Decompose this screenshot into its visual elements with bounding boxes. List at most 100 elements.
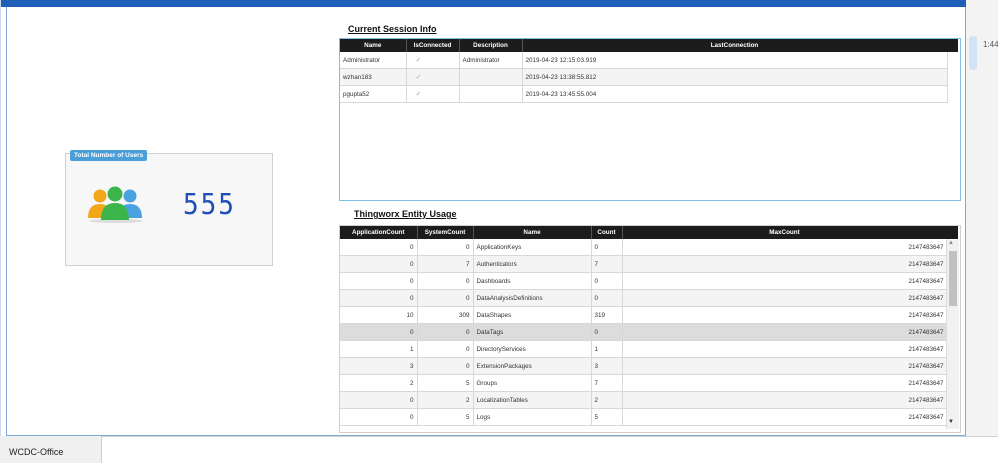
- table-row[interactable]: Administrator ✓ Administrator 2019-04-23…: [340, 52, 948, 69]
- cell-count: 7: [591, 374, 623, 392]
- column-header-description[interactable]: Description: [459, 39, 523, 52]
- cell-system-count: 309: [417, 306, 474, 324]
- cell-name: DirectoryServices: [473, 340, 592, 358]
- cell-max-count: 2147483647: [622, 272, 948, 290]
- cell-app-count: 10: [340, 306, 418, 324]
- column-header-lastconnection[interactable]: LastConnection: [522, 39, 948, 52]
- table-row[interactable]: 0 7 Authenticators 7 2147483647: [340, 255, 948, 273]
- cell-count: 5: [591, 408, 623, 426]
- cell-count: 0: [591, 272, 623, 290]
- cell-max-count: 2147483647: [622, 408, 948, 426]
- table-row[interactable]: 0 2 LocalizationTables 2 2147483647: [340, 391, 948, 409]
- window-border: [0, 0, 1, 436]
- table-row[interactable]: 0 5 Logs 5 2147483647: [340, 408, 948, 426]
- connected-checkbox: ✓: [406, 85, 460, 103]
- cell-app-count: 0: [340, 408, 418, 426]
- cell-description: Administrator: [459, 52, 523, 69]
- table-row[interactable]: 2 5 Groups 7 2147483647: [340, 374, 948, 392]
- taskbar: [0, 436, 998, 464]
- column-header-name[interactable]: Name: [340, 39, 407, 52]
- table-row[interactable]: 10 309 DataShapes 319 2147483647: [340, 306, 948, 324]
- cell-name: DataTags: [473, 323, 592, 341]
- cell-max-count: 2147483647: [622, 289, 948, 307]
- cell-name: ExtensionPackages: [473, 357, 592, 375]
- column-header-name[interactable]: Name: [473, 226, 592, 239]
- cell-last-connection: 2019-04-23 12:15:03.919: [522, 52, 948, 69]
- column-header-applicationcount[interactable]: ApplicationCount: [340, 226, 418, 239]
- cell-max-count: 2147483647: [622, 255, 948, 273]
- cell-system-count: 7: [417, 255, 474, 273]
- cell-count: 0: [591, 323, 623, 341]
- cell-name: Dashboards: [473, 272, 592, 290]
- cell-system-count: 2: [417, 391, 474, 409]
- table-row[interactable]: 3 0 ExtensionPackages 3 2147483647: [340, 357, 948, 375]
- cell-max-count: 2147483647: [622, 391, 948, 409]
- users-count-display: 555: [183, 188, 236, 222]
- table-row[interactable]: 1 0 DirectoryServices 1 2147483647: [340, 340, 948, 358]
- session-title: Current Session Info: [348, 24, 437, 34]
- cell-max-count: 2147483647: [622, 323, 948, 341]
- cell-description: [459, 68, 523, 86]
- cell-app-count: 0: [340, 272, 418, 290]
- cell-count: 0: [591, 239, 623, 256]
- cell-system-count: 5: [417, 374, 474, 392]
- cell-name: Logs: [473, 408, 592, 426]
- table-row[interactable]: pgupta52 ✓ 2019-04-23 13:45:55.004: [340, 85, 948, 103]
- table-row[interactable]: 0 0 ApplicationKeys 0 2147483647: [340, 239, 948, 256]
- side-panel-tab[interactable]: [969, 36, 977, 70]
- cell-max-count: 2147483647: [622, 357, 948, 375]
- cell-count: 0: [591, 289, 623, 307]
- scrollbar-thumb[interactable]: [949, 251, 957, 306]
- cell-count: 3: [591, 357, 623, 375]
- cell-name: LocalizationTables: [473, 391, 592, 409]
- cell-count: 7: [591, 255, 623, 273]
- cell-app-count: 0: [340, 323, 418, 341]
- cell-system-count: 0: [417, 340, 474, 358]
- cell-name: ApplicationKeys: [473, 239, 592, 256]
- table-row-selected[interactable]: 0 0 DataTags 0 2147483647: [340, 323, 948, 341]
- cell-name: wzhan183: [340, 68, 407, 86]
- time-label: 1:44: [983, 40, 998, 49]
- session-table: Name IsConnected Description LastConnect…: [340, 39, 948, 103]
- cell-system-count: 0: [417, 272, 474, 290]
- column-header-systemcount[interactable]: SystemCount: [417, 226, 474, 239]
- cell-app-count: 3: [340, 357, 418, 375]
- cell-system-count: 0: [417, 323, 474, 341]
- cell-system-count: 0: [417, 289, 474, 307]
- cell-app-count: 0: [340, 239, 418, 256]
- column-header-maxcount[interactable]: MaxCount: [622, 226, 948, 239]
- cell-last-connection: 2019-04-23 13:45:55.004: [522, 85, 948, 103]
- table-row[interactable]: 0 0 DataAnalysisDefinitions 0 2147483647: [340, 289, 948, 307]
- cell-max-count: 2147483647: [622, 239, 948, 256]
- connected-checkbox: ✓: [406, 52, 460, 69]
- cell-name: Authenticators: [473, 255, 592, 273]
- cell-name: Groups: [473, 374, 592, 392]
- cell-max-count: 2147483647: [622, 340, 948, 358]
- header-bar: [0, 0, 968, 7]
- header-filler: [946, 226, 958, 239]
- entity-table-panel: ApplicationCount SystemCount Name Count …: [339, 225, 961, 433]
- cell-app-count: 2: [340, 374, 418, 392]
- table-row[interactable]: wzhan183 ✓ 2019-04-23 13:38:55.812: [340, 68, 948, 86]
- cell-name: DataAnalysisDefinitions: [473, 289, 592, 307]
- scroll-down-arrow-icon[interactable]: ▼: [948, 419, 954, 425]
- header-filler: [946, 39, 958, 52]
- cell-app-count: 0: [340, 255, 418, 273]
- cell-name: pgupta52: [340, 85, 407, 103]
- scroll-up-arrow-icon[interactable]: ▲: [948, 240, 954, 246]
- cell-app-count: 0: [340, 289, 418, 307]
- cell-system-count: 5: [417, 408, 474, 426]
- cell-description: [459, 85, 523, 103]
- column-header-isconnected[interactable]: IsConnected: [406, 39, 460, 52]
- table-row[interactable]: 0 0 Dashboards 0 2147483647: [340, 272, 948, 290]
- column-header-count[interactable]: Count: [591, 226, 623, 239]
- users-group-icon: [88, 186, 143, 223]
- cell-max-count: 2147483647: [622, 306, 948, 324]
- cell-count: 319: [591, 306, 623, 324]
- cell-count: 1: [591, 340, 623, 358]
- entity-usage-title: Thingworx Entity Usage: [354, 209, 457, 219]
- session-table-panel: Name IsConnected Description LastConnect…: [339, 38, 961, 201]
- connected-checkbox: ✓: [406, 68, 460, 86]
- taskbar-tab-label: WCDC-Office: [9, 447, 64, 457]
- cell-app-count: 1: [340, 340, 418, 358]
